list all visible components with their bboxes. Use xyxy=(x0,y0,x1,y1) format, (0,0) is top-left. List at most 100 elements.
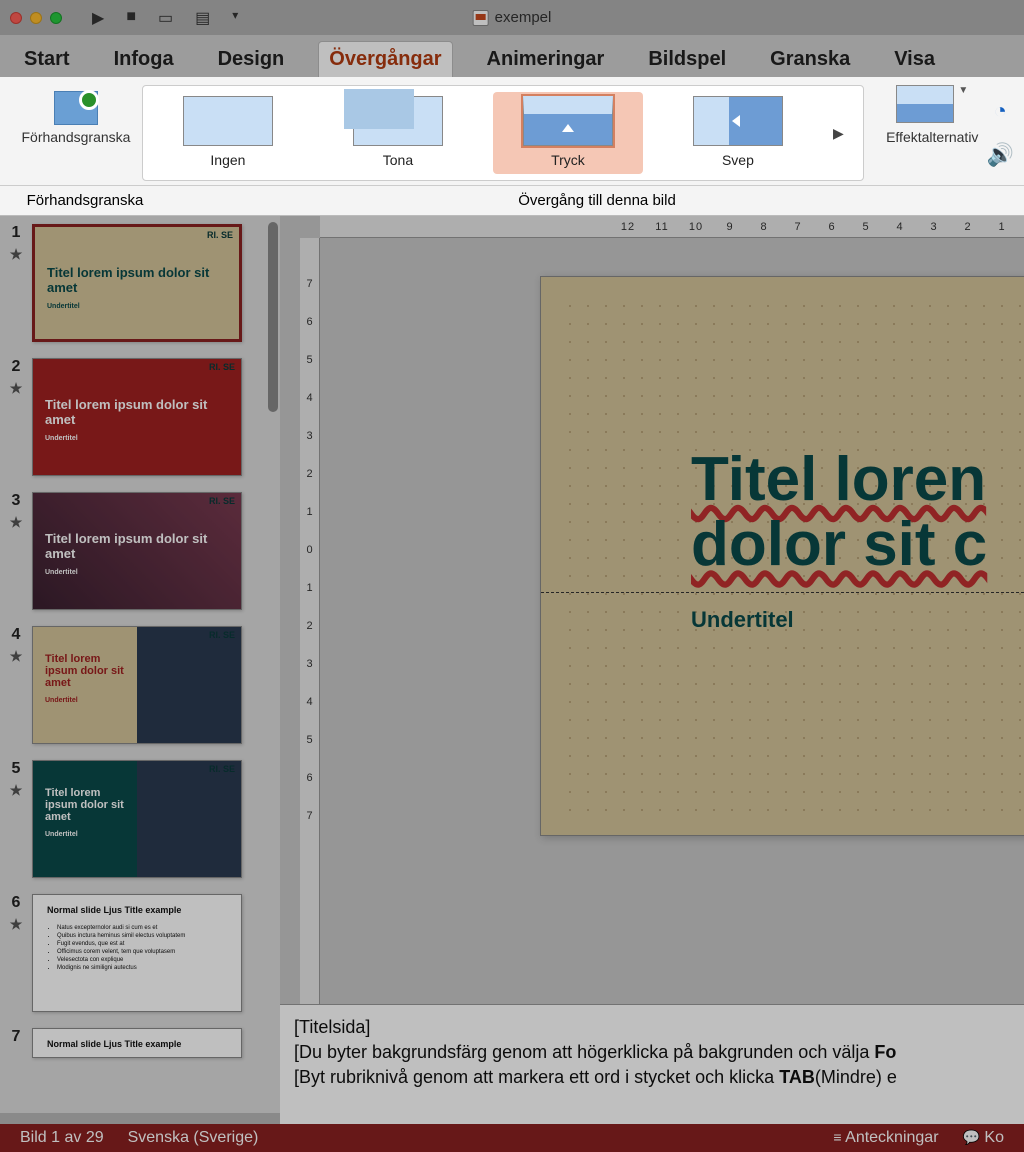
preview-button[interactable] xyxy=(54,91,98,125)
thumb-number: 4 xyxy=(12,626,21,644)
tab-granska[interactable]: Granska xyxy=(760,42,860,77)
transition-star-icon: ★ xyxy=(10,246,23,263)
ruler-tick: 0 xyxy=(306,544,312,556)
present-icon[interactable]: ▭ xyxy=(158,8,173,28)
ruler-tick: 3 xyxy=(918,221,950,233)
slide-title: Titel lorem ipsum dolor sit amet xyxy=(45,787,135,823)
slide-title: Titel lorem ipsum dolor sit amet xyxy=(47,265,239,295)
slide-thumb-5[interactable]: RI. SE Titel lorem ipsum dolor sit amet … xyxy=(32,760,242,878)
ruler-tick: 4 xyxy=(306,392,312,404)
slide-title: Titel lorem ipsum dolor sit amet xyxy=(45,397,241,427)
window-close[interactable] xyxy=(10,12,22,24)
play-icon[interactable]: ▶ xyxy=(92,8,104,28)
slide-canvas[interactable]: Titel loren dolor sit c Undertitel xyxy=(540,276,1024,836)
slide-title-text[interactable]: Titel loren dolor sit c xyxy=(691,447,987,577)
transition-star-icon: ★ xyxy=(10,514,23,531)
transition-push-label: Tryck xyxy=(551,152,585,168)
window-zoom[interactable] xyxy=(50,12,62,24)
notes-line: [Byt rubriknivå genom att markera ett or… xyxy=(294,1065,1010,1090)
stop-icon[interactable]: ■ xyxy=(126,8,136,28)
slide-thumb-3[interactable]: RI. SE Titel lorem ipsum dolor sit amet … xyxy=(32,492,242,610)
duration-icon[interactable]: ◔ xyxy=(994,98,1007,124)
slide-thumb-4[interactable]: RI. SE Titel lorem ipsum dolor sit amet … xyxy=(32,626,242,744)
transitions-gallery: Ingen Tona Tryck Svep ▶ xyxy=(142,85,864,181)
window-minimize[interactable] xyxy=(30,12,42,24)
bullet: Natus excepternolor audi si cum es et xyxy=(57,925,185,931)
comments-toggle[interactable]: 💬 Ko xyxy=(963,1129,1004,1147)
preview-group-caption: Förhandsgranska xyxy=(0,192,170,209)
transition-push[interactable]: Tryck xyxy=(493,92,643,174)
status-slide-number[interactable]: Bild 1 av 29 xyxy=(20,1129,104,1147)
preview-label: Förhandsgranska xyxy=(21,129,130,145)
slide-sub: Undertitel xyxy=(47,303,80,310)
notes-toggle[interactable]: ≡ Anteckningar xyxy=(833,1129,938,1147)
slide-title: Normal slide Ljus Title example xyxy=(47,905,181,915)
slide-thumb-1[interactable]: RI. SE Titel lorem ipsum dolor sit amet … xyxy=(32,224,242,342)
ruler-tick: 2 xyxy=(952,221,984,233)
thumbnails-scrollbar[interactable] xyxy=(268,222,278,412)
thumb-number: 6 xyxy=(12,894,21,912)
tab-overgangar[interactable]: Övergångar xyxy=(318,41,452,77)
ruler-tick: 3 xyxy=(306,658,312,670)
slide-logo: RI. SE xyxy=(209,631,235,639)
vertical-ruler[interactable]: 7 6 5 4 3 2 1 0 1 2 3 4 5 6 7 xyxy=(300,238,320,1113)
transition-wipe[interactable]: Svep xyxy=(663,96,813,170)
ruler-tick: 12 xyxy=(612,221,644,233)
notes-line: [Titelsida] xyxy=(294,1015,1010,1040)
ruler-tick: 11 xyxy=(646,221,678,233)
document-title: exempel xyxy=(495,9,552,26)
ruler-tick: 5 xyxy=(306,734,312,746)
slide-sub: Undertitel xyxy=(45,569,78,576)
tab-bildspel[interactable]: Bildspel xyxy=(638,42,736,77)
slide-thumb-7[interactable]: Normal slide Ljus Title example xyxy=(32,1028,242,1058)
tab-design[interactable]: Design xyxy=(208,42,295,77)
ruler-tick: 6 xyxy=(816,221,848,233)
effect-options-button[interactable] xyxy=(896,85,954,123)
transition-fade-label: Tona xyxy=(383,152,413,168)
transition-star-icon: ★ xyxy=(10,648,23,665)
slide-title: Normal slide Ljus Title example xyxy=(47,1039,181,1049)
slide-sub: Undertitel xyxy=(45,697,78,704)
slide-sub: Undertitel xyxy=(45,435,78,442)
transitions-group-caption: Övergång till denna bild xyxy=(170,192,1024,209)
ruler-tick: 9 xyxy=(714,221,746,233)
transition-fade[interactable]: Tona xyxy=(323,96,473,170)
ruler-tick: 6 xyxy=(306,316,312,328)
status-language[interactable]: Svenska (Sverige) xyxy=(128,1129,259,1147)
tab-start[interactable]: Start xyxy=(14,42,80,77)
ruler-tick: 6 xyxy=(306,772,312,784)
status-bar: Bild 1 av 29 Svenska (Sverige) ≡ Anteckn… xyxy=(0,1124,1024,1152)
thumb-number: 1 xyxy=(12,224,21,242)
slide-subtitle-text[interactable]: Undertitel xyxy=(691,607,794,633)
notes-pane[interactable]: [Titelsida] [Du byter bakgrundsfärg geno… xyxy=(280,1004,1024,1124)
slide-thumb-2[interactable]: RI. SE Titel lorem ipsum dolor sit amet … xyxy=(32,358,242,476)
horizontal-ruler[interactable]: 12 11 10 9 8 7 6 5 4 3 2 1 xyxy=(320,216,1024,238)
sound-icon[interactable]: 🔊 xyxy=(987,142,1014,168)
from-beginning-icon[interactable]: ▤ xyxy=(195,8,210,28)
transition-star-icon: ★ xyxy=(10,916,23,933)
transition-wipe-label: Svep xyxy=(722,152,754,168)
tab-animeringar[interactable]: Animeringar xyxy=(477,42,615,77)
overflow-icon[interactable]: ▾ xyxy=(232,8,238,28)
ruler-tick: 2 xyxy=(306,468,312,480)
gallery-more-icon[interactable]: ▶ xyxy=(833,125,853,142)
slide-thumb-6[interactable]: Normal slide Ljus Title example Natus ex… xyxy=(32,894,242,1012)
title-line-2: dolor sit c xyxy=(691,510,987,579)
ruler-tick: 7 xyxy=(782,221,814,233)
tab-infoga[interactable]: Infoga xyxy=(104,42,184,77)
title-line-1: Titel loren xyxy=(691,445,986,514)
bullet: Velesectota con explique xyxy=(57,957,185,963)
tab-visa[interactable]: Visa xyxy=(884,42,945,77)
ribbon-tabs: Start Infoga Design Övergångar Animering… xyxy=(0,35,1024,77)
transition-star-icon: ★ xyxy=(10,782,23,799)
ruler-tick: 1 xyxy=(306,582,312,594)
transition-none[interactable]: Ingen xyxy=(153,96,303,170)
slide-title: Titel lorem ipsum dolor sit amet xyxy=(45,653,135,689)
thumb-number: 5 xyxy=(12,760,21,778)
slide-logo: RI. SE xyxy=(209,363,235,371)
ruler-tick: 8 xyxy=(748,221,780,233)
effect-options-label: Effektalternativ xyxy=(886,129,978,145)
slide-editor: 12 11 10 9 8 7 6 5 4 3 2 1 7 6 5 4 xyxy=(280,216,1024,1113)
transition-star-icon: ★ xyxy=(10,380,23,397)
effect-options-dropdown-icon[interactable]: ▼ xyxy=(958,85,968,96)
